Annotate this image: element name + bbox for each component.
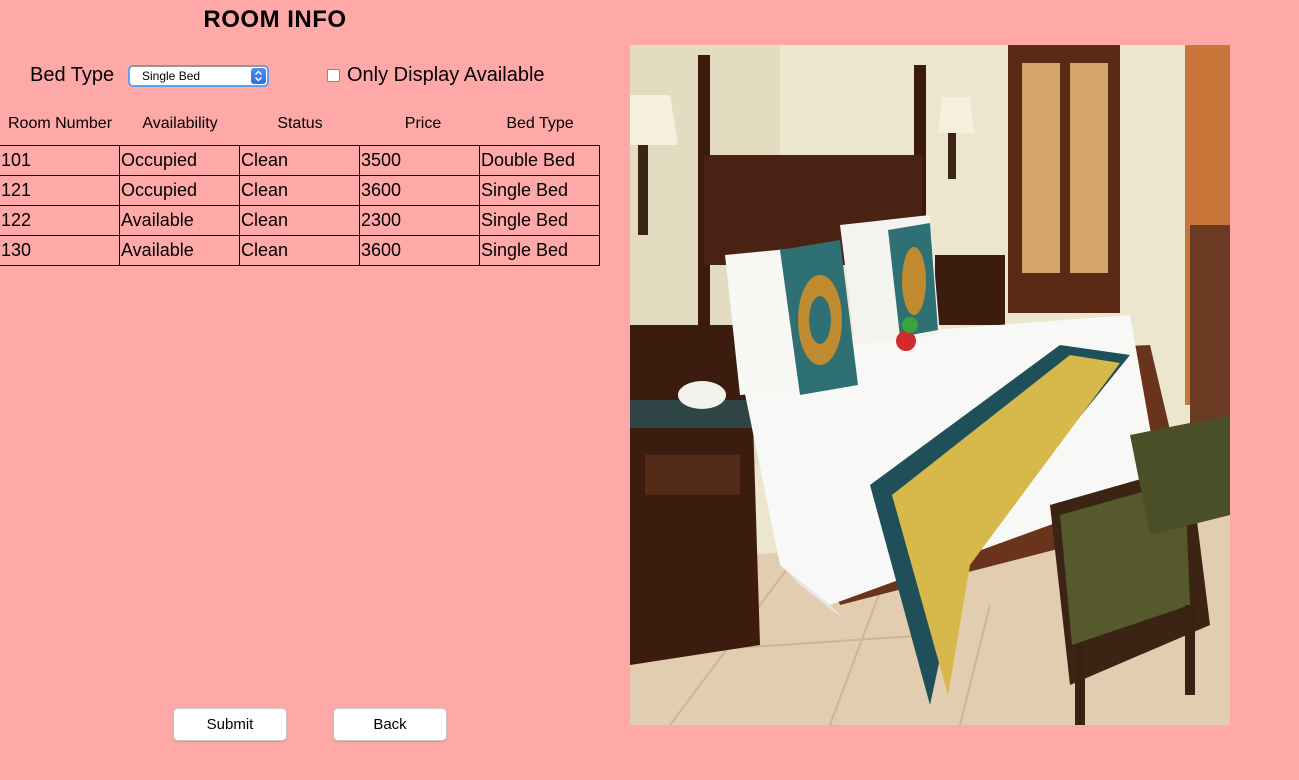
table-cell[interactable]: Double Bed bbox=[479, 145, 600, 176]
table-cell[interactable]: 121 bbox=[0, 175, 120, 206]
table-row[interactable]: 121 Occupied Clean 3600 Single Bed bbox=[0, 175, 600, 206]
table-row[interactable]: 101 Occupied Clean 3500 Double Bed bbox=[0, 145, 600, 176]
table-row[interactable]: 122 Available Clean 2300 Single Bed bbox=[0, 205, 600, 236]
room-info-window: ROOM INFO Bed Type Single Bed Only Displ… bbox=[0, 0, 1299, 780]
page-title: ROOM INFO bbox=[203, 6, 347, 33]
bed-type-select[interactable]: Single Bed bbox=[129, 66, 268, 86]
table-cell[interactable]: 122 bbox=[0, 205, 120, 236]
column-header: Room Number bbox=[7, 115, 113, 132]
table-cell[interactable]: Available bbox=[119, 205, 240, 236]
rooms-table: 101 Occupied Clean 3500 Double Bed 121 O… bbox=[0, 145, 600, 266]
column-header: Bed Type bbox=[506, 115, 574, 132]
table-cell[interactable]: Clean bbox=[239, 175, 360, 206]
table-cell[interactable]: Single Bed bbox=[479, 235, 600, 266]
only-available-toggle[interactable]: Only Display Available bbox=[327, 64, 545, 87]
back-button[interactable]: Back bbox=[333, 708, 447, 741]
table-cell[interactable]: Clean bbox=[239, 235, 360, 266]
table-cell[interactable]: Clean bbox=[239, 145, 360, 176]
table-cell[interactable]: 130 bbox=[0, 235, 120, 266]
room-photo bbox=[630, 45, 1230, 725]
bed-type-label: Bed Type bbox=[30, 64, 115, 86]
table-cell[interactable]: Clean bbox=[239, 205, 360, 236]
chevron-up-down-icon bbox=[251, 68, 266, 84]
table-cell[interactable]: Single Bed bbox=[479, 175, 600, 206]
column-header: Price bbox=[404, 115, 442, 132]
only-available-checkbox[interactable] bbox=[327, 69, 340, 82]
column-header: Availability bbox=[142, 115, 218, 132]
table-row[interactable]: 130 Available Clean 3600 Single Bed bbox=[0, 235, 600, 266]
table-header: Room Number Availability Status Price Be… bbox=[0, 115, 600, 133]
only-available-label: Only Display Available bbox=[347, 64, 545, 86]
table-cell[interactable]: Occupied bbox=[119, 175, 240, 206]
table-cell[interactable]: Occupied bbox=[119, 145, 240, 176]
table-cell[interactable]: 2300 bbox=[359, 205, 480, 236]
table-cell[interactable]: 3500 bbox=[359, 145, 480, 176]
table-cell[interactable]: 3600 bbox=[359, 175, 480, 206]
table-cell[interactable]: Available bbox=[119, 235, 240, 266]
submit-button[interactable]: Submit bbox=[173, 708, 287, 741]
bed-type-selected-value: Single Bed bbox=[142, 69, 201, 83]
table-cell[interactable]: 3600 bbox=[359, 235, 480, 266]
table-cell[interactable]: Single Bed bbox=[479, 205, 600, 236]
column-header: Status bbox=[277, 115, 323, 132]
table-cell[interactable]: 101 bbox=[0, 145, 120, 176]
